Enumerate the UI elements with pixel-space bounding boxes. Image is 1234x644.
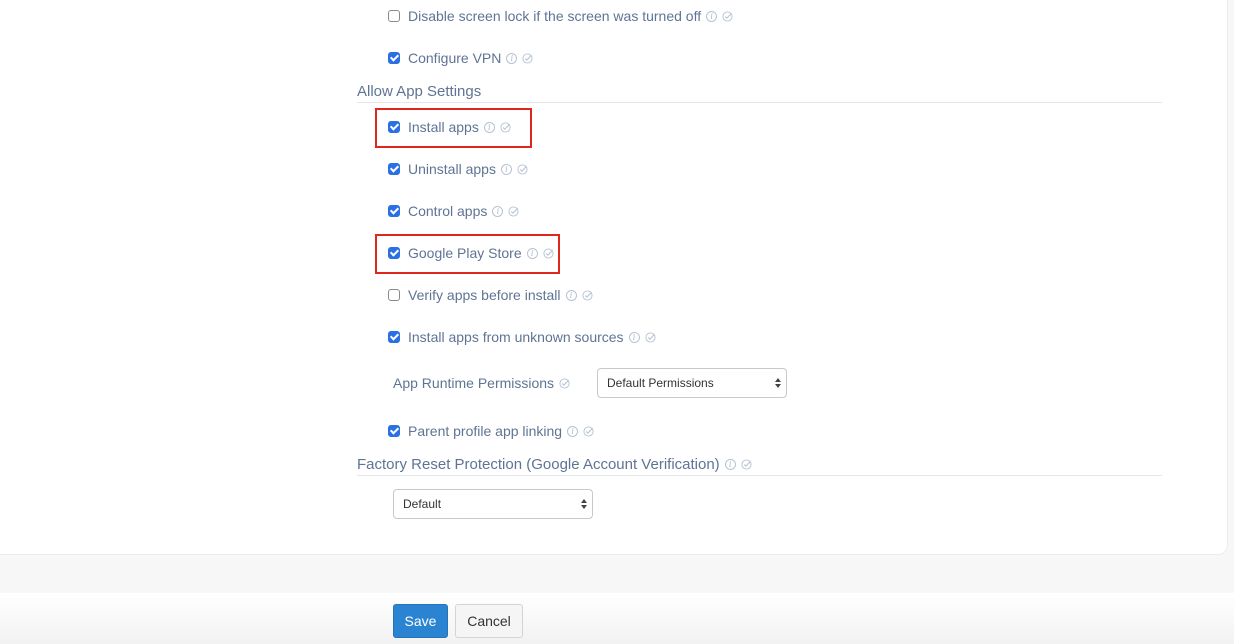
cancel-button[interactable]: Cancel [455,604,523,638]
check-circle-icon [517,163,528,175]
select-value: Default Permissions [607,376,714,390]
checkbox[interactable] [388,331,400,343]
section-allow-app-settings: Allow App Settings [357,83,1162,103]
runtime-permissions-select[interactable]: Default Permissions [597,368,787,398]
check-circle-icon [559,377,570,389]
info-icon[interactable]: i [565,289,577,301]
checkbox[interactable] [388,205,400,217]
checkbox[interactable] [388,10,400,22]
select-arrows-icon [775,378,781,388]
select-value: Default [403,497,442,511]
check-circle-icon [522,52,533,64]
setting-unknown-sources[interactable]: Install apps from unknown sources i [388,326,656,348]
check-circle-icon [500,121,511,133]
select-arrows-icon [581,499,587,509]
checkbox[interactable] [388,121,400,133]
checkbox[interactable] [388,425,400,437]
checkbox[interactable] [388,163,400,175]
setting-parent-profile-linking[interactable]: Parent profile app linking i [388,420,594,442]
info-icon[interactable]: i [492,205,504,217]
info-icon[interactable]: i [526,247,538,259]
checkbox[interactable] [388,52,400,64]
setting-label: Google Play Store [408,245,522,261]
setting-label: Install apps from unknown sources [408,329,624,345]
info-icon[interactable]: i [628,331,640,343]
check-circle-icon [543,247,554,259]
info-icon[interactable]: i [567,425,579,437]
check-circle-icon [741,459,752,470]
checkbox[interactable] [388,289,400,301]
check-circle-icon [508,205,519,217]
setting-verify-apps[interactable]: Verify apps before install i [388,284,593,306]
section-title: Factory Reset Protection (Google Account… [357,456,720,473]
setting-control-apps[interactable]: Control apps i [388,200,519,222]
info-icon[interactable]: i [500,163,512,175]
checkbox[interactable] [388,247,400,259]
setting-google-play-store[interactable]: Google Play Store i [388,242,554,264]
info-icon[interactable]: i [506,52,518,64]
save-button[interactable]: Save [393,604,448,638]
label-text: App Runtime Permissions [393,375,555,391]
check-circle-icon [722,10,733,22]
factory-reset-select[interactable]: Default [393,489,593,519]
check-circle-icon [645,331,656,343]
setting-label: Install apps [408,119,479,135]
setting-label: Control apps [408,203,488,219]
setting-label: Uninstall apps [408,161,496,177]
setting-label: Parent profile app linking [408,423,563,439]
setting-configure-vpn[interactable]: Configure VPN i [388,47,533,69]
info-icon[interactable]: i [483,121,495,133]
setting-label: Disable screen lock if the screen was tu… [408,8,702,24]
info-icon[interactable]: i [706,10,718,22]
section-factory-reset: Factory Reset Protection (Google Account… [357,456,1162,476]
setting-uninstall-apps[interactable]: Uninstall apps i [388,158,528,180]
setting-install-apps[interactable]: Install apps i [388,116,511,138]
setting-disable-screen-lock[interactable]: Disable screen lock if the screen was tu… [388,5,733,27]
runtime-permissions-label: App Runtime Permissions [393,372,570,394]
section-title: Allow App Settings [357,83,482,100]
check-circle-icon [583,425,594,437]
setting-label: Verify apps before install [408,287,561,303]
setting-label: Configure VPN [408,50,502,66]
check-circle-icon [581,289,593,301]
footer-bar [0,593,1234,644]
info-icon[interactable]: i [724,459,736,470]
